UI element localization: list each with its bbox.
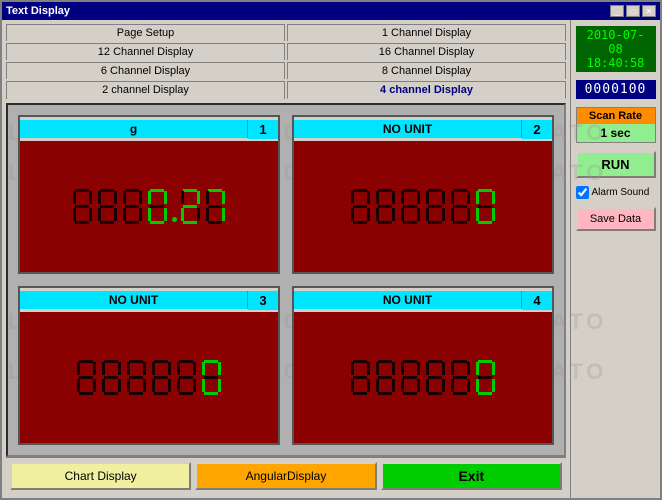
seg-d6 <box>205 188 227 226</box>
alarm-sound-checkbox[interactable] <box>576 186 589 199</box>
main-window: Text Display _ □ ✕ Page Setup 1 Channel … <box>0 0 662 500</box>
seg-d4 <box>147 188 169 226</box>
channel-3-unit: NO UNIT <box>20 291 248 309</box>
seg-dp <box>172 217 177 222</box>
window-title: Text Display <box>6 5 70 17</box>
exit-button[interactable]: Exit <box>381 462 562 490</box>
minimize-button[interactable]: _ <box>610 5 624 17</box>
seg4-d5 <box>450 359 472 397</box>
seg-d2 <box>97 188 119 226</box>
tab-page-setup[interactable]: Page Setup <box>6 24 285 41</box>
channel-2-header: NO UNIT 2 <box>294 117 552 141</box>
tab-4channel[interactable]: 4 channel Display <box>287 81 566 99</box>
seg2-d5 <box>450 188 472 226</box>
scan-rate-box: Scan Rate 1 sec <box>576 107 656 143</box>
channel-1-unit: g <box>20 120 248 138</box>
title-bar-buttons: _ □ ✕ <box>610 5 656 17</box>
tab-row-1: Page Setup 1 Channel Display <box>6 24 566 41</box>
angular-display-button[interactable]: AngularDisplay <box>195 462 376 490</box>
seg-d3 <box>122 188 144 226</box>
channel-3-display <box>20 312 278 443</box>
channel-2-seg <box>350 188 497 226</box>
channel-4-display <box>294 312 552 443</box>
tab-1channel[interactable]: 1 Channel Display <box>287 24 566 41</box>
right-panel: 2010-07-08 18:40:58 0000100 Scan Rate 1 … <box>570 20 660 498</box>
date-display: 2010-07-08 18:40:58 <box>576 26 656 72</box>
channel-4-box: NO UNIT 4 <box>292 286 554 445</box>
seg4-d3 <box>400 359 422 397</box>
channel-2-display <box>294 141 552 272</box>
seg2-d4 <box>425 188 447 226</box>
channel-3-num: 3 <box>248 291 278 310</box>
channel-3-seg <box>76 359 223 397</box>
channel-1-box: g 1 <box>18 115 280 274</box>
save-data-button[interactable]: Save Data <box>576 207 656 231</box>
channels-grid: g 1 <box>18 115 554 445</box>
main-content: Page Setup 1 Channel Display 12 Channel … <box>2 20 660 498</box>
tab-row-2: 12 Channel Display 16 Channel Display <box>6 43 566 60</box>
channel-1-header: g 1 <box>20 117 278 141</box>
seg4-d4 <box>425 359 447 397</box>
date-value: 2010-07-08 <box>580 28 652 56</box>
channel-4-unit: NO UNIT <box>294 291 522 309</box>
seg3-d2 <box>101 359 123 397</box>
seg4-d2 <box>375 359 397 397</box>
close-button[interactable]: ✕ <box>642 5 656 17</box>
tabs-area: Page Setup 1 Channel Display 12 Channel … <box>6 24 566 99</box>
seg4-d6 <box>475 359 497 397</box>
seg4-d1 <box>350 359 372 397</box>
seg2-d6 <box>475 188 497 226</box>
alarm-sound-label: Alarm Sound <box>592 187 650 198</box>
channel-2-box: NO UNIT 2 <box>292 115 554 274</box>
seg2-d1 <box>350 188 372 226</box>
tab-6channel[interactable]: 6 Channel Display <box>6 62 285 79</box>
tab-row-4: 2 channel Display 4 channel Display <box>6 81 566 99</box>
channel-3-box: NO UNIT 3 <box>18 286 280 445</box>
channel-1-num: 1 <box>248 120 278 139</box>
time-value: 18:40:58 <box>580 56 652 70</box>
title-bar: Text Display _ □ ✕ <box>2 2 660 20</box>
channel-4-header: NO UNIT 4 <box>294 288 552 312</box>
channel-4-seg <box>350 359 497 397</box>
channel-4-num: 4 <box>522 291 552 310</box>
seg2-d3 <box>400 188 422 226</box>
seg3-d5 <box>176 359 198 397</box>
channel-1-display <box>20 141 278 272</box>
alarm-sound-checkbox-row: Alarm Sound <box>576 186 656 199</box>
channel-2-num: 2 <box>522 120 552 139</box>
tab-row-3: 6 Channel Display 8 Channel Display <box>6 62 566 79</box>
tab-8channel[interactable]: 8 Channel Display <box>287 62 566 79</box>
seg-d1 <box>72 188 94 226</box>
scan-rate-label: Scan Rate <box>577 108 655 124</box>
seg3-d3 <box>126 359 148 397</box>
channel-2-unit: NO UNIT <box>294 120 522 138</box>
maximize-button[interactable]: □ <box>626 5 640 17</box>
bottom-bar: Chart Display AngularDisplay Exit <box>6 457 566 494</box>
left-panel: Page Setup 1 Channel Display 12 Channel … <box>2 20 570 498</box>
channel-3-header: NO UNIT 3 <box>20 288 278 312</box>
seg-d5 <box>180 188 202 226</box>
tab-2channel[interactable]: 2 channel Display <box>6 81 285 99</box>
chart-display-button[interactable]: Chart Display <box>10 462 191 490</box>
run-button[interactable]: RUN <box>576 151 656 178</box>
seg3-d1 <box>76 359 98 397</box>
seg2-d2 <box>375 188 397 226</box>
tab-16channel[interactable]: 16 Channel Display <box>287 43 566 60</box>
seg3-d4 <box>151 359 173 397</box>
tab-12channel[interactable]: 12 Channel Display <box>6 43 285 60</box>
counter-display: 0000100 <box>576 80 656 99</box>
channel-1-seg <box>72 188 227 226</box>
scan-rate-value: 1 sec <box>577 124 655 142</box>
seg3-d6 <box>201 359 223 397</box>
display-area: LEGATOOL LEGATOOL LEGATOOL LEGATO LEGATO… <box>6 103 566 457</box>
